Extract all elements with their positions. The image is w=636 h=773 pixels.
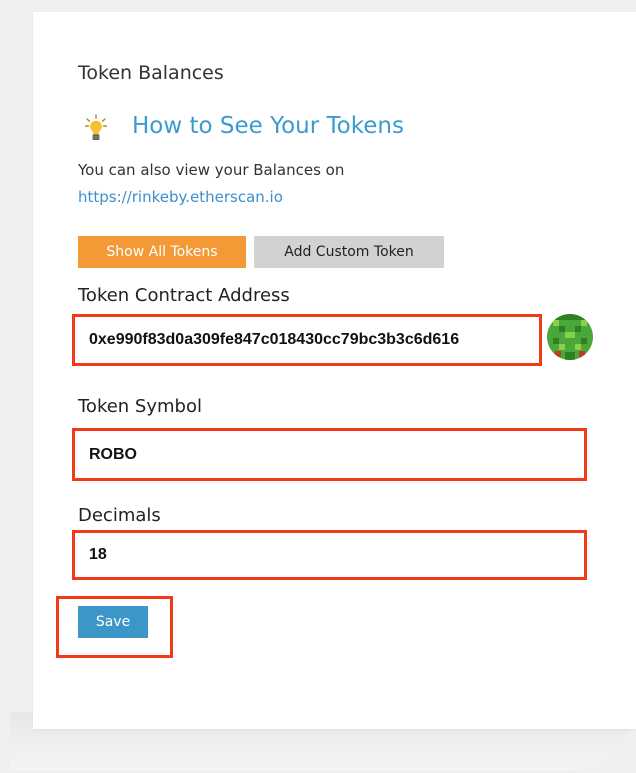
lightbulb-icon (85, 114, 107, 140)
decimals-input[interactable]: 18 (72, 530, 587, 580)
token-symbol-input[interactable]: ROBO (72, 428, 587, 481)
decimals-label: Decimals (78, 505, 161, 526)
add-custom-token-button[interactable]: Add Custom Token (254, 236, 444, 268)
identicon-avatar (547, 314, 593, 360)
save-button[interactable]: Save (78, 606, 148, 638)
token-contract-address-label: Token Contract Address (78, 285, 290, 306)
page: Token Balances How to See Your Tokens Yo… (0, 0, 636, 773)
etherscan-link[interactable]: https://rinkeby.etherscan.io (78, 188, 283, 206)
token-symbol-label: Token Symbol (78, 396, 202, 417)
info-text: You can also view your Balances on (78, 161, 345, 179)
how-to-see-tokens-link[interactable]: How to See Your Tokens (132, 113, 404, 139)
panel-title: Token Balances (78, 62, 224, 84)
token-contract-address-input[interactable]: 0xe990f83d0a309fe847c018430cc79bc3b3c6d6… (72, 314, 542, 366)
show-all-tokens-button[interactable]: Show All Tokens (78, 236, 246, 268)
